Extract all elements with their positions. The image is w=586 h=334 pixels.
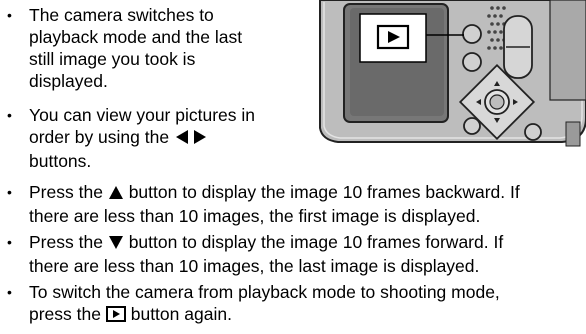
list-item-text: The camera switches to playback mode and… xyxy=(29,4,242,92)
bullet-marker: • xyxy=(7,184,12,200)
text-line: buttons. xyxy=(29,151,92,171)
list-item-text: Press the button to display the image 10… xyxy=(29,231,503,277)
bullet-marker: • xyxy=(7,284,12,300)
bullet-marker: • xyxy=(7,7,12,23)
left-right-arrow-buttons-icon xyxy=(174,128,208,150)
text-line: there are less than 10 images, the last … xyxy=(29,256,480,276)
list-item-text: You can view your pictures in order by u… xyxy=(29,104,255,172)
camera-illustration xyxy=(304,0,586,150)
text-line: The camera switches to xyxy=(29,5,214,25)
text-line-with-icon: Press the button to display the image 10… xyxy=(29,181,520,205)
bullet-marker: • xyxy=(7,107,12,123)
text-line-with-icon: press the button again. xyxy=(29,303,500,327)
text-line: You can view your pictures in xyxy=(29,105,256,125)
bullet-marker: • xyxy=(7,234,12,250)
list-item-text: Press the button to display the image 10… xyxy=(29,181,520,227)
text-line: To switch the camera from playback mode … xyxy=(29,282,500,302)
text-line: still image you took is xyxy=(29,49,196,69)
list-item-text: To switch the camera from playback mode … xyxy=(29,281,500,327)
text-line-with-icon: order by using the xyxy=(29,126,255,150)
down-triangle-icon xyxy=(108,233,124,255)
playback-button-icon xyxy=(105,305,126,327)
text-line: there are less than 10 images, the first… xyxy=(29,206,481,226)
text-line-with-icon: Press the button to display the image 10… xyxy=(29,231,503,255)
camera-back-icon xyxy=(319,0,586,147)
up-triangle-icon xyxy=(108,183,124,205)
text-line: displayed. xyxy=(29,71,108,91)
text-line: playback mode and the last xyxy=(29,27,243,47)
